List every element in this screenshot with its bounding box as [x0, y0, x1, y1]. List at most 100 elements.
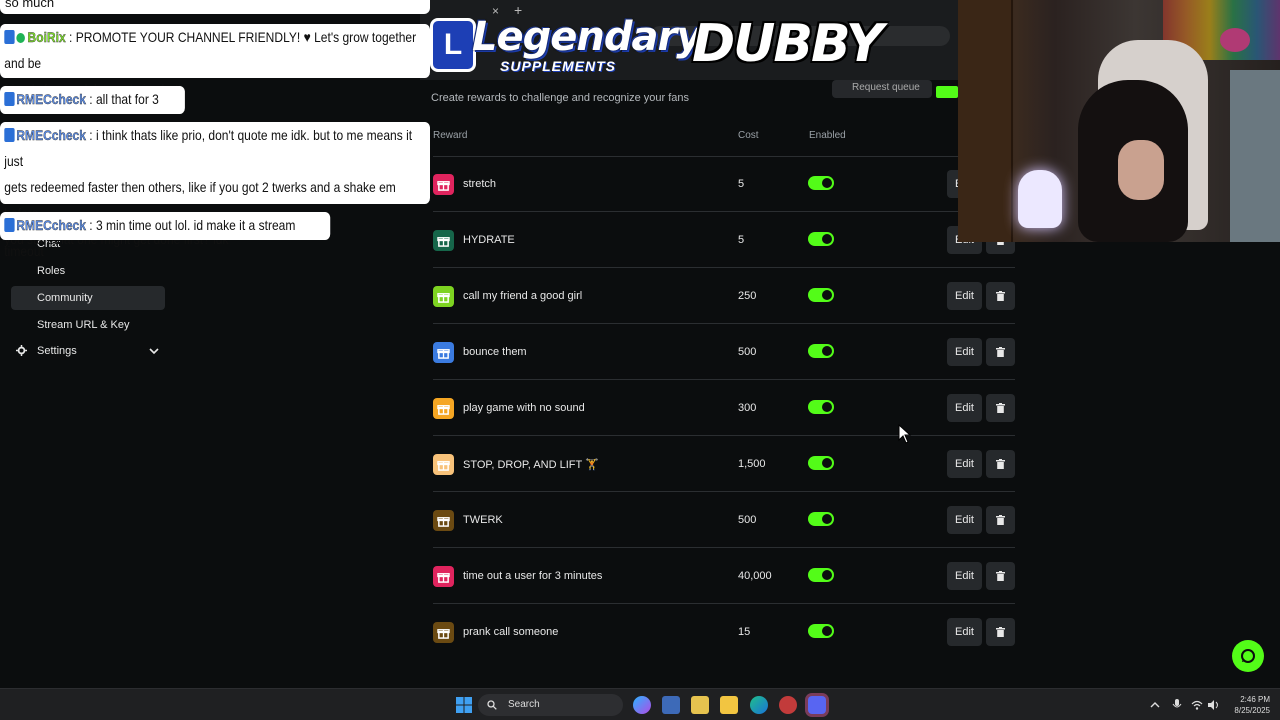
- gift-icon: [437, 181, 450, 191]
- legendary-logo-text: Legendary: [472, 14, 702, 60]
- reward-cost: 300: [738, 402, 757, 414]
- system-clock[interactable]: 2:46 PM 8/25/2025: [1224, 694, 1270, 716]
- edit-reward-button[interactable]: Edit: [947, 394, 982, 422]
- chat-username[interactable]: RMECcheck: [16, 91, 86, 107]
- copilot-icon[interactable]: [633, 696, 651, 714]
- reward-name: bounce them: [463, 346, 527, 358]
- rewards-table-header: Reward Cost Enabled: [433, 130, 1023, 144]
- support-chat-button[interactable]: [1232, 640, 1264, 672]
- gift-icon: [437, 461, 450, 471]
- trash-icon: [996, 403, 1005, 413]
- edit-reward-button[interactable]: Edit: [947, 506, 982, 534]
- chat-line: RMECcheck : 3 min time out lol. id make …: [4, 212, 325, 264]
- chat-fragment-text: so much: [5, 0, 55, 10]
- sidebar-item-stream-url-key[interactable]: Stream URL & Key: [11, 313, 165, 337]
- reward-name: TWERK: [463, 514, 503, 526]
- sidebar-item-community[interactable]: Community: [11, 286, 165, 310]
- reward-row: HYDRATE5Edit: [433, 212, 1023, 268]
- reward-row: stretch5Edit: [433, 156, 1023, 212]
- reward-icon: [433, 342, 454, 363]
- edit-reward-button[interactable]: Edit: [947, 282, 982, 310]
- reward-enabled-toggle[interactable]: [808, 512, 834, 526]
- volume-icon[interactable]: [1208, 700, 1220, 710]
- teams-icon[interactable]: [662, 696, 680, 714]
- gift-icon: [437, 517, 450, 527]
- edit-reward-button[interactable]: Edit: [947, 618, 982, 646]
- chat-message-fragment: so much: [0, 0, 430, 14]
- clock-date: 8/25/2025: [1234, 706, 1270, 715]
- delete-reward-button[interactable]: [986, 282, 1015, 310]
- windows-start-icon[interactable]: [455, 696, 473, 714]
- edit-reward-button[interactable]: Edit: [947, 338, 982, 366]
- delete-reward-button[interactable]: [986, 394, 1015, 422]
- gift-icon: [437, 405, 450, 415]
- reward-row: call my friend a good girl 250 Edit: [433, 268, 1023, 324]
- gift-icon: [437, 237, 450, 247]
- reward-name: prank call someone: [463, 626, 559, 638]
- windows-taskbar: Search 2:46 PM 8/25/2025: [0, 688, 1280, 720]
- reward-icon: [433, 230, 454, 251]
- discord-icon[interactable]: [808, 696, 826, 714]
- verified-icon: [16, 33, 25, 43]
- user-badge-icon: [4, 218, 15, 232]
- reward-enabled-toggle[interactable]: [808, 232, 834, 246]
- record-app-icon[interactable]: [779, 696, 797, 714]
- trash-icon: [996, 347, 1005, 357]
- reward-cost: 250: [738, 290, 757, 302]
- screen: × + L Legendary SUPPLEMENTS DUBBY Reques…: [0, 0, 1280, 720]
- taskbar-search[interactable]: Search: [478, 694, 623, 716]
- chat-line: BoiRix : PROMOTE YOUR CHANNEL FRIENDLY! …: [4, 24, 425, 76]
- user-badge-icon: [4, 30, 15, 44]
- legendary-logo-subtext: SUPPLEMENTS: [500, 58, 617, 74]
- chat-bubble-icon: [1241, 649, 1255, 663]
- reward-name: time out a user for 3 minutes: [463, 570, 603, 582]
- microphone-icon[interactable]: [1172, 699, 1182, 711]
- trash-icon: [996, 627, 1005, 637]
- search-icon: [487, 700, 497, 710]
- page-subtitle: Create rewards to challenge and recogniz…: [431, 92, 690, 104]
- chat-username[interactable]: BoiRix: [27, 29, 65, 45]
- reward-enabled-toggle[interactable]: [808, 568, 834, 582]
- reward-cost: 5: [738, 178, 745, 190]
- chevron-up-icon[interactable]: [1150, 700, 1160, 710]
- settings-label: Settings: [37, 345, 77, 357]
- search-label: Search: [508, 699, 540, 710]
- delete-reward-button[interactable]: [986, 506, 1015, 534]
- chat-username[interactable]: RMECcheck: [16, 127, 86, 143]
- wifi-icon[interactable]: [1191, 700, 1203, 710]
- delete-reward-button[interactable]: [986, 338, 1015, 366]
- reward-cost: 1,500: [738, 458, 766, 470]
- chat-message: RMECcheck : i think thats like prio, don…: [0, 122, 430, 247]
- reward-enabled-toggle[interactable]: [808, 624, 834, 638]
- reward-row: TWERK 500 Edit: [433, 492, 1023, 548]
- gear-icon: [16, 345, 27, 356]
- reward-cost: 40,000: [738, 570, 772, 582]
- reward-enabled-toggle[interactable]: [808, 456, 834, 470]
- sidebar-item-settings[interactable]: Settings: [11, 340, 165, 362]
- request-queue-button[interactable]: Request queue: [832, 80, 932, 98]
- cam-door: [958, 0, 1013, 242]
- reward-enabled-toggle[interactable]: [808, 344, 834, 358]
- edit-reward-button[interactable]: Edit: [947, 450, 982, 478]
- reward-row: time out a user for 3 minutes 40,000 Edit: [433, 548, 1023, 604]
- chevron-down-icon[interactable]: [149, 346, 159, 356]
- reward-enabled-toggle[interactable]: [808, 400, 834, 414]
- reward-enabled-toggle[interactable]: [808, 288, 834, 302]
- user-badge-icon: [4, 128, 15, 142]
- cam-streamer-face: [1118, 140, 1164, 200]
- edit-reward-button[interactable]: Edit: [947, 562, 982, 590]
- delete-reward-button[interactable]: [986, 450, 1015, 478]
- reward-icon: [433, 622, 454, 643]
- file-explorer-icon[interactable]: [720, 696, 738, 714]
- create-reward-button[interactable]: [936, 86, 958, 98]
- file-app-icon[interactable]: [691, 696, 709, 714]
- delete-reward-button[interactable]: [986, 562, 1015, 590]
- reward-enabled-toggle[interactable]: [808, 176, 834, 190]
- reward-row: STOP, DROP, AND LIFT 🏋 1,500 Edit: [433, 436, 1023, 492]
- gift-icon: [437, 629, 450, 639]
- delete-reward-button[interactable]: [986, 618, 1015, 646]
- edge-browser-icon[interactable]: [750, 696, 768, 714]
- reward-row: play game with no sound 300 Edit: [433, 380, 1023, 436]
- mouse-cursor-icon: [898, 424, 912, 444]
- chat-username[interactable]: RMECcheck: [16, 217, 86, 233]
